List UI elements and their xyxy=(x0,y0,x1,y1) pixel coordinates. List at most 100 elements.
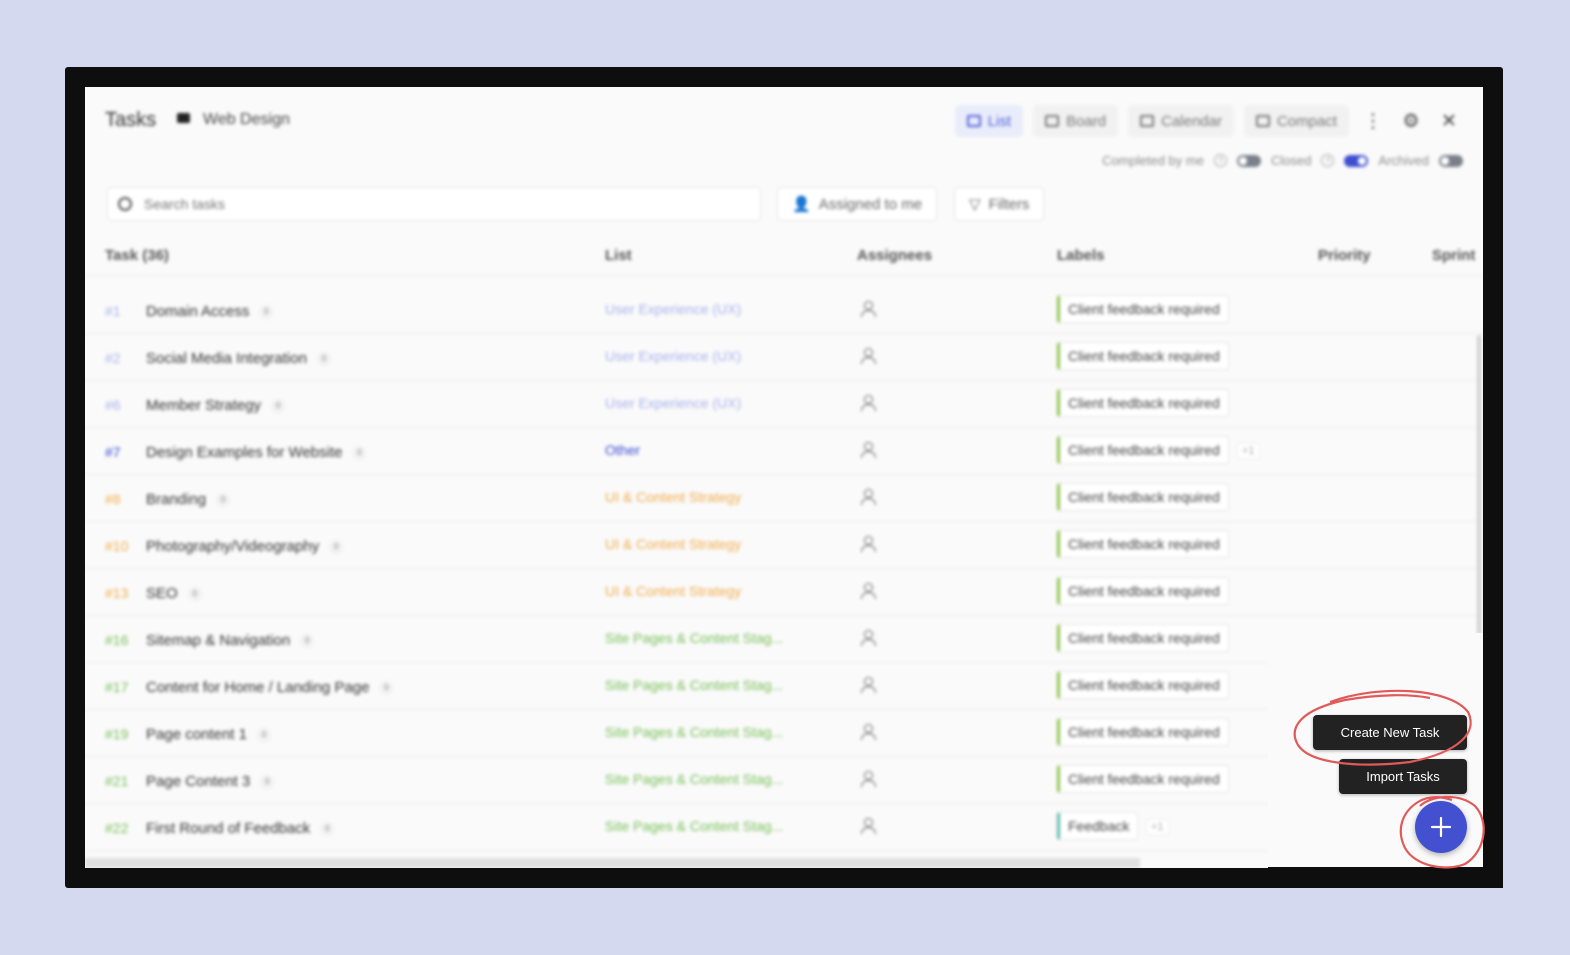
task-id[interactable]: #17 xyxy=(105,679,128,695)
task-name[interactable]: Member Strategy 0 xyxy=(146,397,286,414)
task-id[interactable]: #6 xyxy=(105,397,121,413)
col-sprint[interactable]: Sprint xyxy=(1432,247,1475,264)
toggle-completed-by-me[interactable] xyxy=(1236,154,1261,167)
subtask-count: 0 xyxy=(260,775,275,790)
col-labels[interactable]: Labels xyxy=(1057,247,1105,264)
horizontal-scrollbar[interactable] xyxy=(85,858,1140,868)
add-assignee-icon[interactable] xyxy=(860,583,876,599)
task-list-name[interactable]: Other xyxy=(605,442,640,458)
task-list-name[interactable]: Site Pages & Content Stag... xyxy=(605,771,783,787)
task-id[interactable]: #13 xyxy=(105,585,128,601)
add-assignee-icon[interactable] xyxy=(860,677,876,693)
view-board-button[interactable]: Board xyxy=(1033,105,1119,137)
more-labels-badge[interactable]: +1 xyxy=(1237,443,1260,459)
toggle-archived[interactable] xyxy=(1439,154,1463,167)
col-priority[interactable]: Priority xyxy=(1318,247,1371,264)
task-id[interactable]: #19 xyxy=(105,726,128,742)
col-task[interactable]: Task (36) xyxy=(105,247,169,264)
subtask-count: 0 xyxy=(320,822,335,837)
task-list-name[interactable]: User Experience (UX) xyxy=(605,395,741,411)
task-label[interactable]: Client feedback required xyxy=(1057,765,1229,793)
task-label[interactable]: Client feedback required xyxy=(1057,389,1229,417)
table-row[interactable]: #10 Photography/Videography 0 UI & Content … xyxy=(85,522,1483,569)
col-list[interactable]: List xyxy=(605,247,632,264)
task-id[interactable]: #16 xyxy=(105,632,128,648)
task-name[interactable]: Design Examples for Website 0 xyxy=(146,444,367,461)
task-label[interactable]: Client feedback required xyxy=(1057,342,1229,370)
add-assignee-icon[interactable] xyxy=(860,442,876,458)
calendar-icon xyxy=(1140,115,1155,127)
task-list-name[interactable]: User Experience (UX) xyxy=(605,348,741,364)
task-id[interactable]: #1 xyxy=(105,303,121,319)
add-assignee-icon[interactable] xyxy=(860,348,876,364)
task-label[interactable]: Client feedback required xyxy=(1057,295,1229,323)
task-name[interactable]: Social Media Integration 0 xyxy=(146,350,331,367)
add-assignee-icon[interactable] xyxy=(860,630,876,646)
search-input[interactable] xyxy=(142,195,726,213)
task-list-name[interactable]: Site Pages & Content Stag... xyxy=(605,677,783,693)
task-list-name[interactable]: Site Pages & Content Stag... xyxy=(605,818,783,834)
view-list-button[interactable]: List xyxy=(954,105,1024,137)
task-name[interactable]: Branding 0 xyxy=(146,491,231,508)
add-assignee-icon[interactable] xyxy=(860,724,876,740)
task-label[interactable]: Client feedback required xyxy=(1057,483,1229,511)
task-label[interactable]: Client feedback required xyxy=(1057,530,1229,558)
task-name[interactable]: First Round of Feedback 0 xyxy=(146,820,335,837)
table-row[interactable]: #13 SEO 0 UI & Content Strategy Client feedb… xyxy=(85,569,1483,616)
task-list-name[interactable]: UI & Content Strategy xyxy=(605,583,741,599)
task-name[interactable]: Content for Home / Landing Page 0 xyxy=(146,679,394,696)
close-button[interactable]: ✕ xyxy=(1435,105,1463,137)
add-assignee-icon[interactable] xyxy=(860,536,876,552)
task-id[interactable]: #2 xyxy=(105,350,121,366)
task-label[interactable]: Client feedback required xyxy=(1057,436,1229,464)
task-id[interactable]: #10 xyxy=(105,538,128,554)
close-icon: ✕ xyxy=(1441,110,1457,132)
col-assignees[interactable]: Assignees xyxy=(857,247,932,264)
task-label[interactable]: Client feedback required xyxy=(1057,624,1229,652)
task-label[interactable]: Feedback xyxy=(1057,812,1139,840)
vertical-scrollbar[interactable] xyxy=(1477,335,1481,635)
subtask-count: 0 xyxy=(329,540,344,555)
filters-button[interactable]: ▽ Filters xyxy=(954,187,1045,221)
more-options-button[interactable]: ⋮ xyxy=(1359,105,1387,137)
add-assignee-icon[interactable] xyxy=(860,818,876,834)
table-row[interactable]: #1 Domain Access 0 User Experience (UX) Clie… xyxy=(85,287,1483,334)
table-row[interactable]: #8 Branding 0 UI & Content Strategy Client f… xyxy=(85,475,1483,522)
task-name[interactable]: Photography/Videography 0 xyxy=(146,538,344,555)
table-row[interactable]: #7 Design Examples for Website 0 Other Clien… xyxy=(85,428,1483,475)
task-name[interactable]: Page content 10 xyxy=(146,726,271,743)
task-id[interactable]: #7 xyxy=(105,444,121,460)
task-label[interactable]: Client feedback required xyxy=(1057,718,1229,746)
add-assignee-icon[interactable] xyxy=(860,395,876,411)
task-label[interactable]: Client feedback required xyxy=(1057,577,1229,605)
task-list-name[interactable]: Site Pages & Content Stag... xyxy=(605,630,783,646)
task-label[interactable]: Client feedback required xyxy=(1057,671,1229,699)
subtask-count: 0 xyxy=(216,493,231,508)
task-id[interactable]: #22 xyxy=(105,820,128,836)
add-assignee-icon[interactable] xyxy=(860,489,876,505)
create-new-task-button[interactable]: Create New Task xyxy=(1313,715,1467,750)
task-list-name[interactable]: UI & Content Strategy xyxy=(605,489,741,505)
table-row[interactable]: #2 Social Media Integration 0 User Experien… xyxy=(85,334,1483,381)
task-name[interactable]: Sitemap & Navigation 0 xyxy=(146,632,315,649)
assigned-to-me-button[interactable]: 👤 Assigned to me xyxy=(777,187,938,221)
kebab-menu-icon: ⋮ xyxy=(1363,110,1383,132)
view-compact-button[interactable]: Compact xyxy=(1243,105,1349,137)
task-list-name[interactable]: UI & Content Strategy xyxy=(605,536,741,552)
settings-button[interactable]: ⚙ xyxy=(1397,105,1425,137)
toggle-closed[interactable] xyxy=(1344,154,1369,167)
table-row[interactable]: #6 Member Strategy 0 User Experience (UX) Cl… xyxy=(85,381,1483,428)
view-calendar-button[interactable]: Calendar xyxy=(1128,105,1234,137)
task-id[interactable]: #21 xyxy=(105,773,128,789)
import-tasks-button[interactable]: Import Tasks xyxy=(1339,759,1467,794)
add-fab-button[interactable] xyxy=(1415,801,1467,853)
more-labels-badge[interactable]: +1 xyxy=(1146,819,1169,835)
task-name[interactable]: Domain Access 0 xyxy=(146,303,274,320)
task-id[interactable]: #8 xyxy=(105,491,121,507)
task-list-name[interactable]: User Experience (UX) xyxy=(605,301,741,317)
task-name[interactable]: Page Content 30 xyxy=(146,773,275,790)
add-assignee-icon[interactable] xyxy=(860,771,876,787)
task-name[interactable]: SEO 0 xyxy=(146,585,202,602)
task-list-name[interactable]: Site Pages & Content Stag... xyxy=(605,724,783,740)
add-assignee-icon[interactable] xyxy=(860,301,876,317)
